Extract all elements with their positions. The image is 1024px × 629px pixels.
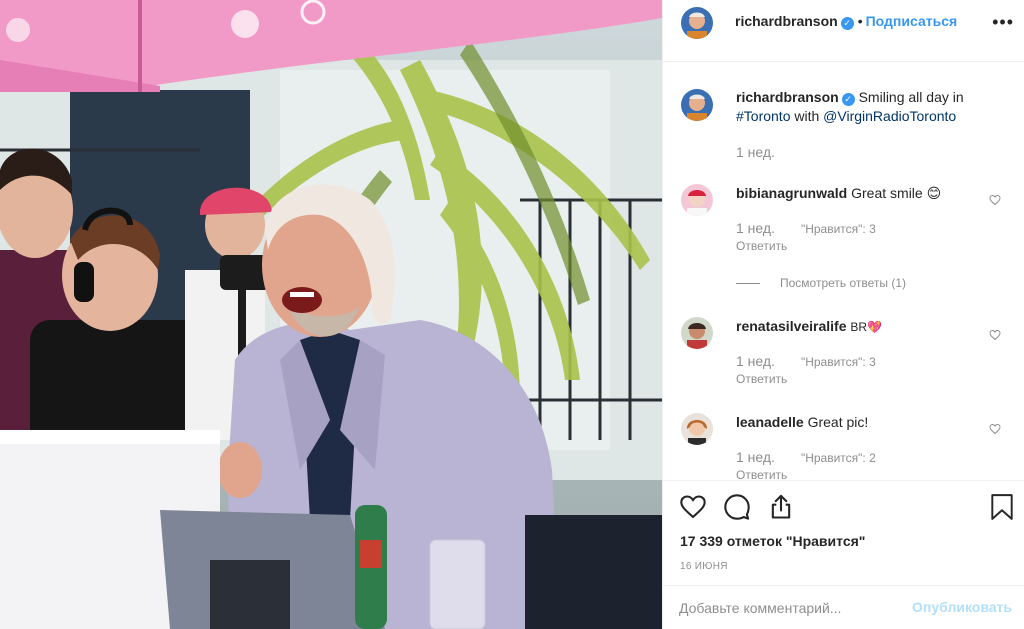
comments-list[interactable]: richardbranson ✓ Smiling all day in #Toro… [663, 62, 1024, 480]
hashtag-link[interactable]: #Toronto [736, 108, 790, 124]
comment-time[interactable]: 1 нед. [736, 353, 775, 369]
like-comment-heart-icon[interactable] [989, 423, 1001, 435]
replies-divider-line [736, 283, 760, 285]
author-avatar[interactable] [681, 7, 713, 39]
verified-badge-icon: ✓ [841, 93, 855, 106]
more-options-icon[interactable]: ••• [992, 12, 1014, 33]
view-replies-button[interactable]: Посмотреть ответы (1) [736, 276, 906, 290]
post-side-panel: richardbranson ✓ • Подписаться ••• richardb… [662, 0, 1024, 629]
comment-avatar[interactable] [681, 317, 713, 349]
add-comment-section: Опубликовать [663, 585, 1024, 629]
post-actions: 17 339 отметок "Нравится" 16 ИЮНЯ [663, 480, 1024, 585]
caption-meta: 1 нед. [736, 144, 775, 160]
comment-meta: 1 нед. "Нравится": 3 [736, 220, 876, 236]
mention-link[interactable]: @VirginRadioToronto [823, 108, 956, 124]
bookmark-icon[interactable] [989, 493, 1015, 521]
comment-body: Great smile 😊 [851, 185, 942, 201]
comment-text: bibianagrunwald Great smile 😊 [736, 184, 991, 203]
share-icon[interactable] [767, 493, 795, 521]
caption-author-avatar[interactable] [681, 89, 713, 121]
comment-meta: 1 нед. "Нравится": 3 [736, 353, 876, 369]
comment-body: Great pic! [807, 414, 869, 430]
post-date[interactable]: 16 ИЮНЯ [680, 561, 728, 572]
view-replies-label: Посмотреть ответы (1) [780, 276, 907, 290]
caption-username[interactable]: richardbranson [736, 89, 839, 105]
comment-text: leanadelle Great pic! [736, 413, 991, 432]
add-comment-input[interactable] [679, 598, 899, 618]
comment-username[interactable]: bibianagrunwald [736, 185, 847, 201]
like-comment-heart-icon[interactable] [989, 329, 1001, 341]
comment-likes[interactable]: "Нравится": 3 [801, 355, 876, 369]
comment-username[interactable]: renatasilveiralife [736, 318, 847, 334]
comment-time[interactable]: 1 нед. [736, 220, 775, 236]
comment-meta: 1 нед. "Нравится": 2 [736, 449, 876, 465]
caption-body: Smiling all day in [858, 89, 964, 105]
reply-button[interactable]: Ответить [736, 239, 787, 253]
post-photo[interactable] [0, 0, 662, 629]
follow-button[interactable]: Подписаться [866, 13, 958, 29]
reply-button[interactable]: Ответить [736, 372, 787, 386]
comment-text: renatasilveiralife BR💖 [736, 317, 991, 337]
comment-icon[interactable] [723, 493, 751, 521]
comment-username[interactable]: leanadelle [736, 414, 804, 430]
header-author-line: richardbranson ✓ • Подписаться [735, 13, 957, 31]
comment-avatar[interactable] [681, 184, 713, 216]
post-header: richardbranson ✓ • Подписаться ••• [663, 0, 1024, 62]
caption-time[interactable]: 1 нед. [736, 144, 775, 160]
reply-button[interactable]: Ответить [736, 468, 787, 480]
comment-likes[interactable]: "Нравится": 3 [801, 222, 876, 236]
post-photo-illustration [0, 0, 662, 629]
comment-time[interactable]: 1 нед. [736, 449, 775, 465]
comment-avatar[interactable] [681, 413, 713, 445]
separator-dot: • [857, 13, 863, 29]
likes-count[interactable]: 17 339 отметок "Нравится" [680, 533, 865, 549]
like-comment-heart-icon[interactable] [989, 194, 1001, 206]
publish-button[interactable]: Опубликовать [912, 599, 1012, 615]
comment-likes[interactable]: "Нравится": 2 [801, 451, 876, 465]
comment-body: BR💖 [850, 320, 883, 334]
verified-badge-icon: ✓ [840, 17, 854, 30]
caption-body-mid: with [794, 108, 820, 124]
header-username[interactable]: richardbranson [735, 13, 838, 29]
caption-text: richardbranson ✓ Smiling all day in #Toro… [736, 88, 991, 126]
heart-icon[interactable] [679, 493, 707, 521]
